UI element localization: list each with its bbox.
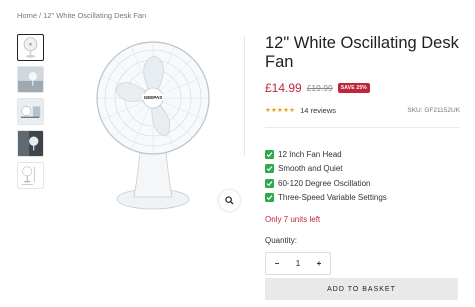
desk-fan-image: GEEPAS [96,41,210,210]
breadcrumb-separator: / [39,11,42,20]
list-item: Three-Speed Variable Settings [265,191,460,206]
stock-message: Only 7 units left [265,215,321,224]
price-row: £14.99 £19.99 SAVE 25% [265,81,460,95]
feature-text: Smooth and Quiet [278,164,343,174]
product-title: 12" White Oscillating Desk Fan [265,34,459,71]
feature-list: 12 Inch Fan Head Smooth and Quiet 60-120… [265,147,460,205]
quantity-label: Quantity: [265,236,298,245]
feature-text: 60-120 Degree Oscillation [278,178,371,188]
reviews-link[interactable]: 14 reviews [300,106,336,115]
thumbnail-1[interactable] [17,34,44,61]
thumbnail-2[interactable] [17,66,44,93]
product-details: 12" White Oscillating Desk Fan £14.99 £1… [265,34,460,275]
feature-text: Three-Speed Variable Settings [278,193,387,203]
thumbnail-5[interactable] [17,162,44,189]
svg-text:GEEPAS: GEEPAS [144,95,162,100]
breadcrumb-current: 12" White Oscillating Desk Fan [43,11,147,20]
save-badge: SAVE 25% [337,83,370,93]
quantity-input[interactable]: 1 [296,259,300,268]
review-row: ★★★★★ 14 reviews SKU: GF21152UK [265,104,460,116]
breadcrumb: Home/12" White Oscillating Desk Fan [17,11,146,20]
quantity-stepper: − 1 + [265,252,331,275]
list-item: Smooth and Quiet [265,162,460,177]
gallery-divider [244,36,245,156]
rating-stars-icon[interactable]: ★★★★★ [265,106,295,114]
sale-price: £14.99 [265,81,302,95]
decrement-button[interactable]: − [272,259,282,268]
check-icon [265,193,274,203]
feature-text: 12 Inch Fan Head [278,149,342,159]
thumbnail-4[interactable] [17,130,44,157]
thumbnail-gallery [17,34,46,194]
compare-price: £19.99 [306,83,333,93]
check-icon [265,149,274,159]
magnifier-icon [225,196,234,205]
check-icon [265,178,274,188]
breadcrumb-home-link[interactable]: Home [17,11,37,20]
check-icon [265,164,274,174]
sku-label: SKU: GF21152UK [407,106,460,114]
increment-button[interactable]: + [314,259,324,268]
main-product-image[interactable]: GEEPAS [58,34,246,212]
zoom-button[interactable] [219,190,240,211]
thumbnail-3[interactable] [17,98,44,125]
list-item: 12 Inch Fan Head [265,147,460,162]
list-item: 60-120 Degree Oscillation [265,176,460,191]
details-divider [265,127,460,128]
add-to-basket-button[interactable]: ADD TO BASKET [265,278,458,300]
